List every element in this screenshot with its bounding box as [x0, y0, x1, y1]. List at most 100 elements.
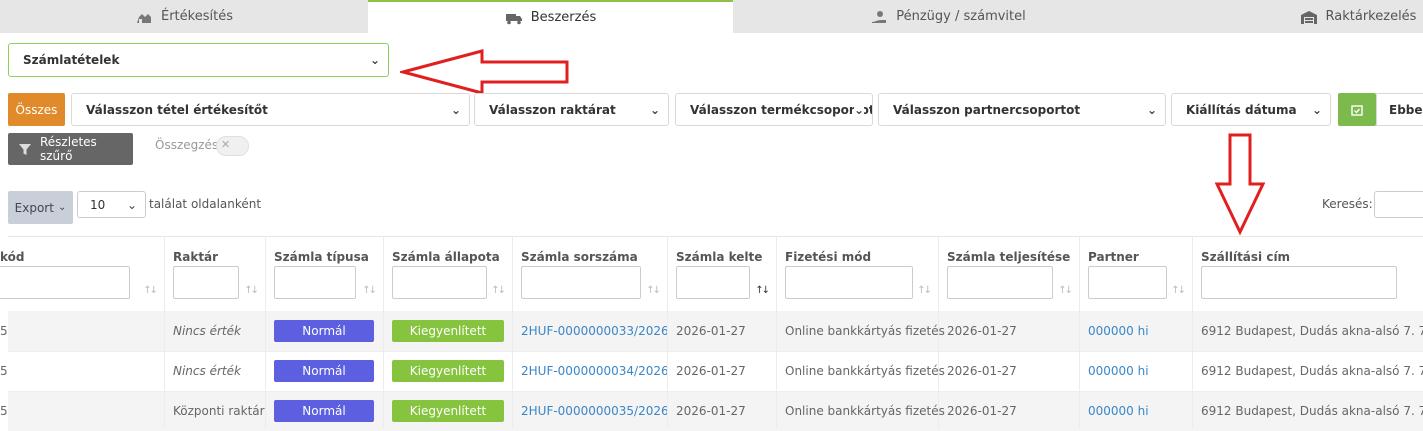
view-select-value: Számlatételek: [23, 53, 120, 67]
column-filter-input[interactable]: [676, 266, 750, 299]
column-invoice-state: Számla állapota ↑↓ Kiegyenlített Kiegyen…: [383, 237, 512, 429]
chevron-down-icon: ⌄: [853, 102, 864, 117]
partner-link[interactable]: 000000 hi: [1088, 311, 1149, 351]
tab-raktarkezeles[interactable]: Raktárkezelés: [1163, 0, 1423, 33]
cell-fulfillment: 2026-01-27: [947, 324, 1017, 338]
cell-payment: Online bankkártyás fizetés: [785, 324, 945, 338]
column-header: Számla kelte: [676, 250, 763, 264]
product-group-select[interactable]: Válasszon termékcsoportot ⌄: [675, 93, 873, 126]
column-filter-input[interactable]: [521, 266, 641, 299]
invoice-state-badge: Kiegyenlített: [392, 360, 504, 382]
all-button[interactable]: Összes: [8, 93, 65, 126]
column-invoice-type: Számla típusa ↑↓ Normál Normál Normál: [265, 237, 383, 429]
detailed-filter-label: Részletes szűrő: [40, 135, 97, 163]
column-header: Szállítási cím: [1201, 250, 1291, 264]
calendar-check-icon: [1351, 104, 1363, 116]
tab-ertekesites[interactable]: Értékesítés: [0, 0, 368, 33]
sort-desc-icon[interactable]: ↑↓: [755, 285, 770, 296]
export-button[interactable]: Export ⌄: [8, 191, 73, 224]
tab-beszerzes[interactable]: Beszerzés: [368, 0, 733, 33]
column-filter-input[interactable]: [173, 266, 239, 299]
sort-icon[interactable]: ↑↓: [1171, 285, 1186, 296]
cell-code: 5: [0, 404, 8, 418]
column-header: Számla állapota: [392, 250, 500, 264]
sort-icon[interactable]: ↑↓: [491, 285, 506, 296]
chevron-down-icon: ⌄: [57, 202, 67, 213]
invoice-number-link[interactable]: 2HUF-0000000035/2026: [521, 391, 669, 431]
item-seller-select[interactable]: Válasszon tétel értékesítőt ⌄: [71, 93, 470, 126]
calendar-check-button[interactable]: [1338, 93, 1376, 126]
per-page-select[interactable]: 10 ⌄: [77, 191, 146, 218]
tab-label: Beszerzés: [530, 10, 597, 25]
issue-date-select[interactable]: Kiállítás dátuma ⌄: [1171, 93, 1331, 126]
export-label: Export: [14, 200, 54, 215]
column-fulfillment: Számla teljesítése ↑↓ 2026-01-27 2026-01…: [938, 237, 1079, 429]
down-arrow-annotation: [1214, 133, 1266, 236]
sort-icon[interactable]: ↑↓: [646, 285, 661, 296]
cell-address: 6912 Budapest, Dudás akna-alsó 7. 7/3: [1201, 404, 1423, 418]
per-page-label: találat oldalanként: [149, 197, 262, 211]
cell-date: 2026-01-27: [676, 364, 746, 378]
tab-label: Raktárkezelés: [1325, 9, 1417, 24]
left-arrow-annotation: [400, 49, 569, 95]
item-seller-value: Válasszon tétel értékesítőt: [86, 102, 268, 117]
summary-toggle[interactable]: ✕: [216, 136, 249, 156]
issue-date-value: Kiállítás dátuma: [1186, 102, 1297, 117]
partner-link[interactable]: 000000 hi: [1088, 391, 1149, 431]
chevron-down-icon: ⌄: [126, 197, 137, 212]
column-header: kód: [0, 250, 25, 264]
invoice-items-table: kód ↑↓ 5 5 5 Raktár ↑↓ Nincs érték Nincs…: [0, 236, 1423, 431]
cell-fulfillment: 2026-01-27: [947, 404, 1017, 418]
detailed-filter-button[interactable]: Részletes szűrő: [8, 133, 133, 165]
sort-icon[interactable]: ↑↓: [917, 285, 932, 296]
store-icon: [137, 13, 151, 23]
search-input[interactable]: [1374, 191, 1423, 218]
chevron-down-icon: ⌄: [369, 53, 380, 67]
column-filter-input[interactable]: [274, 266, 356, 299]
invoice-number-link[interactable]: 2HUF-0000000033/2026: [521, 311, 669, 351]
tab-penzugy[interactable]: Pénzügy / számvitel: [733, 0, 1163, 33]
column-filter-input[interactable]: [0, 266, 130, 299]
invoice-type-badge: Normál: [274, 400, 374, 422]
column-header: Számla sorszáma: [521, 250, 638, 264]
sort-icon[interactable]: ↑↓: [362, 285, 377, 296]
warehouse-value: Válasszon raktárat: [489, 102, 616, 117]
column-payment-method: Fizetési mód ↑↓ Online bankkártyás fizet…: [776, 237, 945, 429]
filter-icon: [19, 144, 31, 155]
invoice-number-link[interactable]: 2HUF-0000000034/2026: [521, 351, 669, 391]
cell-address: 6912 Budapest, Dudás akna-alsó 7. 7/3: [1201, 364, 1423, 378]
cell-warehouse: Központi raktár: [173, 404, 265, 418]
cell-code: 5: [0, 364, 8, 378]
warehouse-select[interactable]: Válasszon raktárat ⌄: [474, 93, 669, 126]
sort-icon[interactable]: ↑↓: [143, 285, 158, 296]
column-invoice-date: Számla kelte ↑↓ 2026-01-27 2026-01-27 20…: [667, 237, 776, 429]
column-filter-input[interactable]: [947, 266, 1053, 299]
partner-link[interactable]: 000000 hi: [1088, 351, 1149, 391]
column-filter-input[interactable]: [392, 266, 487, 299]
column-code: kód ↑↓ 5 5 5: [0, 237, 164, 429]
column-filter-input[interactable]: [785, 266, 913, 299]
finance-icon: [872, 10, 887, 23]
search-label: Keresés:: [1322, 197, 1373, 211]
period-select[interactable]: Ebben: [1376, 93, 1423, 126]
column-shipping-address: Szállítási cím 6912 Budapest, Dudás akna…: [1192, 237, 1423, 429]
column-warehouse: Raktár ↑↓ Nincs érték Nincs érték Közpon…: [164, 237, 265, 429]
view-select[interactable]: Számlatételek ⌄: [8, 43, 389, 77]
cell-code: 5: [0, 324, 8, 338]
cell-payment: Online bankkártyás fizetés: [785, 364, 945, 378]
column-filter-input[interactable]: [1088, 266, 1167, 299]
tab-label: Pénzügy / számvitel: [896, 9, 1026, 24]
invoice-state-badge: Kiegyenlített: [392, 400, 504, 422]
partner-group-select[interactable]: Válasszon partnercsoportot ⌄: [878, 93, 1166, 126]
top-nav: Értékesítés Beszerzés Pénzügy / számvite…: [0, 0, 1423, 33]
warehouse-icon: [1300, 10, 1317, 24]
partner-group-value: Válasszon partnercsoportot: [893, 102, 1081, 117]
summary-label: Összegzés: [155, 138, 219, 152]
truck-icon: [505, 13, 522, 24]
column-filter-input[interactable]: [1201, 266, 1397, 299]
sort-icon[interactable]: ↑↓: [1058, 285, 1073, 296]
column-invoice-number: Számla sorszáma ↑↓ 2HUF-0000000033/2026 …: [512, 237, 669, 431]
invoice-type-badge: Normál: [274, 320, 374, 342]
column-header: Raktár: [173, 250, 219, 264]
sort-icon[interactable]: ↑↓: [244, 285, 259, 296]
